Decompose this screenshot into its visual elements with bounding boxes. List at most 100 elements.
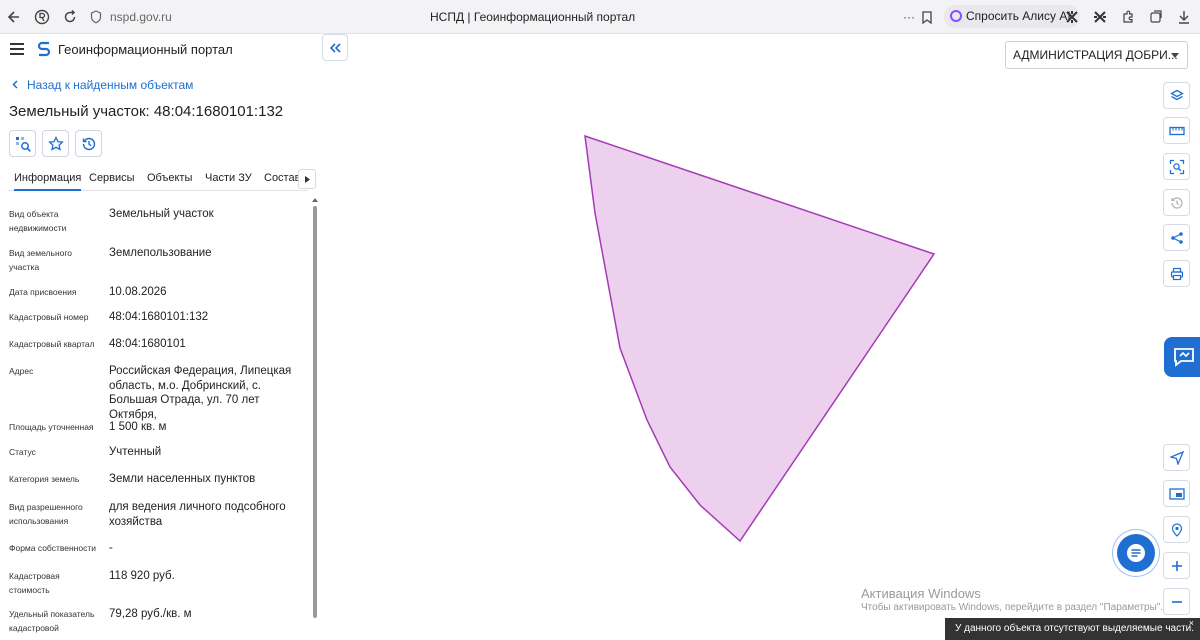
map-select-icon [15,136,31,152]
property-label: Категория земель [9,474,80,484]
extension-icon-1[interactable] [1062,7,1082,27]
notification-toast: У данного объекта отсутствуют выделяемые… [945,618,1200,640]
location-arrow-icon [1169,450,1184,465]
minimap-icon [1168,487,1185,500]
history-button[interactable] [75,130,102,157]
layers-icon [1169,89,1184,100]
browser-toolbar: nspd.gov.ru НСПД | Геоинформационный пор… [0,0,1200,34]
tab-composition[interactable]: Состав [264,172,300,184]
windows-activation-title: Активация Windows [861,586,981,601]
windows-activation-subtitle: Чтобы активировать Windows, перейдите в … [861,602,1164,613]
portal-logo-icon [37,41,51,57]
tab-services[interactable]: Сервисы [89,172,135,184]
zoom-out-button[interactable] [1163,588,1190,615]
minus-icon [1171,600,1182,603]
app-title: Геоинформационный портал [58,42,233,57]
map-canvas[interactable] [350,70,1150,570]
property-label: Форма собственности [9,543,96,553]
property-label: Кадастровый квартал [9,339,95,349]
area-select-icon [1169,159,1184,174]
property-value: Земли населенных пунктов [109,473,256,485]
tab-information[interactable]: Информация [14,172,82,191]
back-arrow-icon[interactable] [4,7,24,27]
ruler-icon [1168,126,1185,135]
shield-icon[interactable] [86,7,106,27]
reload-icon[interactable] [60,7,80,27]
hamburger-menu-icon[interactable] [10,43,24,55]
tab-parts[interactable]: Части ЗУ [205,172,252,184]
info-tabs: Информация Сервисы Объекты Части ЗУ Сост… [8,166,308,191]
more-dots-icon[interactable]: ··· [899,7,919,27]
close-icon[interactable]: × [1189,612,1194,634]
history-icon [82,137,95,150]
history-map-button[interactable] [1163,189,1190,216]
address-bar[interactable]: nspd.gov.ru [110,10,172,24]
chat-icon [1127,544,1145,562]
map-pin-search-icon [1171,522,1182,537]
select-area-button[interactable] [1163,153,1190,180]
back-link-label: Назад к найденным объектам [27,78,194,92]
history-disabled-icon [1170,196,1183,209]
yandex-home-icon[interactable] [32,7,52,27]
share-icon [1170,231,1183,244]
object-title: Земельный участок: 48:04:1680101:132 [9,103,284,120]
ask-alisa-label: Спросить Алису AI [966,9,1071,23]
toast-message: У данного объекта отсутствуют выделяемые… [955,623,1195,634]
caret-right-icon [304,175,310,183]
extension-icon-2[interactable] [1090,7,1110,27]
chat-bubble-icon [1174,348,1194,367]
property-label: Вид объекта недвижимости [9,209,67,233]
find-location-button[interactable] [1163,516,1190,543]
double-chevron-left-icon [329,42,341,53]
collections-icon[interactable] [1146,7,1166,27]
measure-button[interactable] [1163,117,1190,144]
administration-select-value: АДМИНИСТРАЦИЯ ДОБРИ... [1013,48,1178,62]
favorite-button[interactable] [42,130,69,157]
tabs-scroll-right-button[interactable] [298,169,316,189]
administration-select[interactable]: АДМИНИСТРАЦИЯ ДОБРИ... [1005,41,1188,69]
property-label: Статус [9,447,36,457]
chevron-left-icon [12,78,18,92]
property-value: 79,28 руб./кв. м [109,608,192,620]
my-location-button[interactable] [1163,444,1190,471]
chat-button[interactable] [1117,534,1155,572]
scroll-up-arrow-icon[interactable] [312,198,318,202]
property-value: 48:04:1680101:132 [109,311,209,323]
download-icon[interactable] [1174,7,1194,27]
property-label: Кадастровая стоимость [9,571,60,595]
property-value: для ведения личного подсобного хозяйства [109,501,286,528]
property-value: 10.08.2026 [109,286,167,298]
print-button[interactable] [1163,260,1190,287]
land-parcel-polygon[interactable] [584,134,936,543]
property-value: 1 500 кв. м [109,421,167,433]
property-label: Площадь уточненная [9,422,94,432]
property-label: Адрес [9,366,34,376]
property-value: Землепользование [109,247,212,259]
ask-alisa-button[interactable]: Спросить Алису AI [944,5,1080,28]
share-button[interactable] [1163,224,1190,251]
collapse-panel-button[interactable] [322,34,348,61]
bookmark-icon[interactable] [917,7,937,27]
property-label: Кадастровый номер [9,312,89,322]
property-value: Учтенный [109,446,162,458]
star-icon [47,135,64,151]
back-to-results-link[interactable]: Назад к найденным объектам [12,78,193,92]
plus-icon [1171,560,1182,571]
panel-scrollbar-thumb[interactable] [313,206,317,618]
zoom-in-button[interactable] [1163,552,1190,579]
alisa-icon [950,10,962,22]
tab-title: НСПД | Геоинформационный портал [430,10,636,24]
puzzle-extensions-icon[interactable] [1118,7,1138,27]
minimap-button[interactable] [1163,480,1190,507]
tab-objects[interactable]: Объекты [147,172,192,184]
feedback-side-widget[interactable] [1164,337,1200,377]
layers-button[interactable] [1163,82,1190,109]
property-label: Вид земельного участка [9,248,73,272]
properties-list: Вид объекта недвижимости Земельный участ… [0,196,312,640]
property-label: Вид разрешенного использования [9,502,83,526]
property-value: 48:04:1680101 [109,338,186,350]
property-label: Удельный показатель кадастровой [9,609,95,633]
property-value: - [109,542,113,554]
printer-icon [1170,267,1183,280]
select-on-map-button[interactable] [9,130,36,157]
